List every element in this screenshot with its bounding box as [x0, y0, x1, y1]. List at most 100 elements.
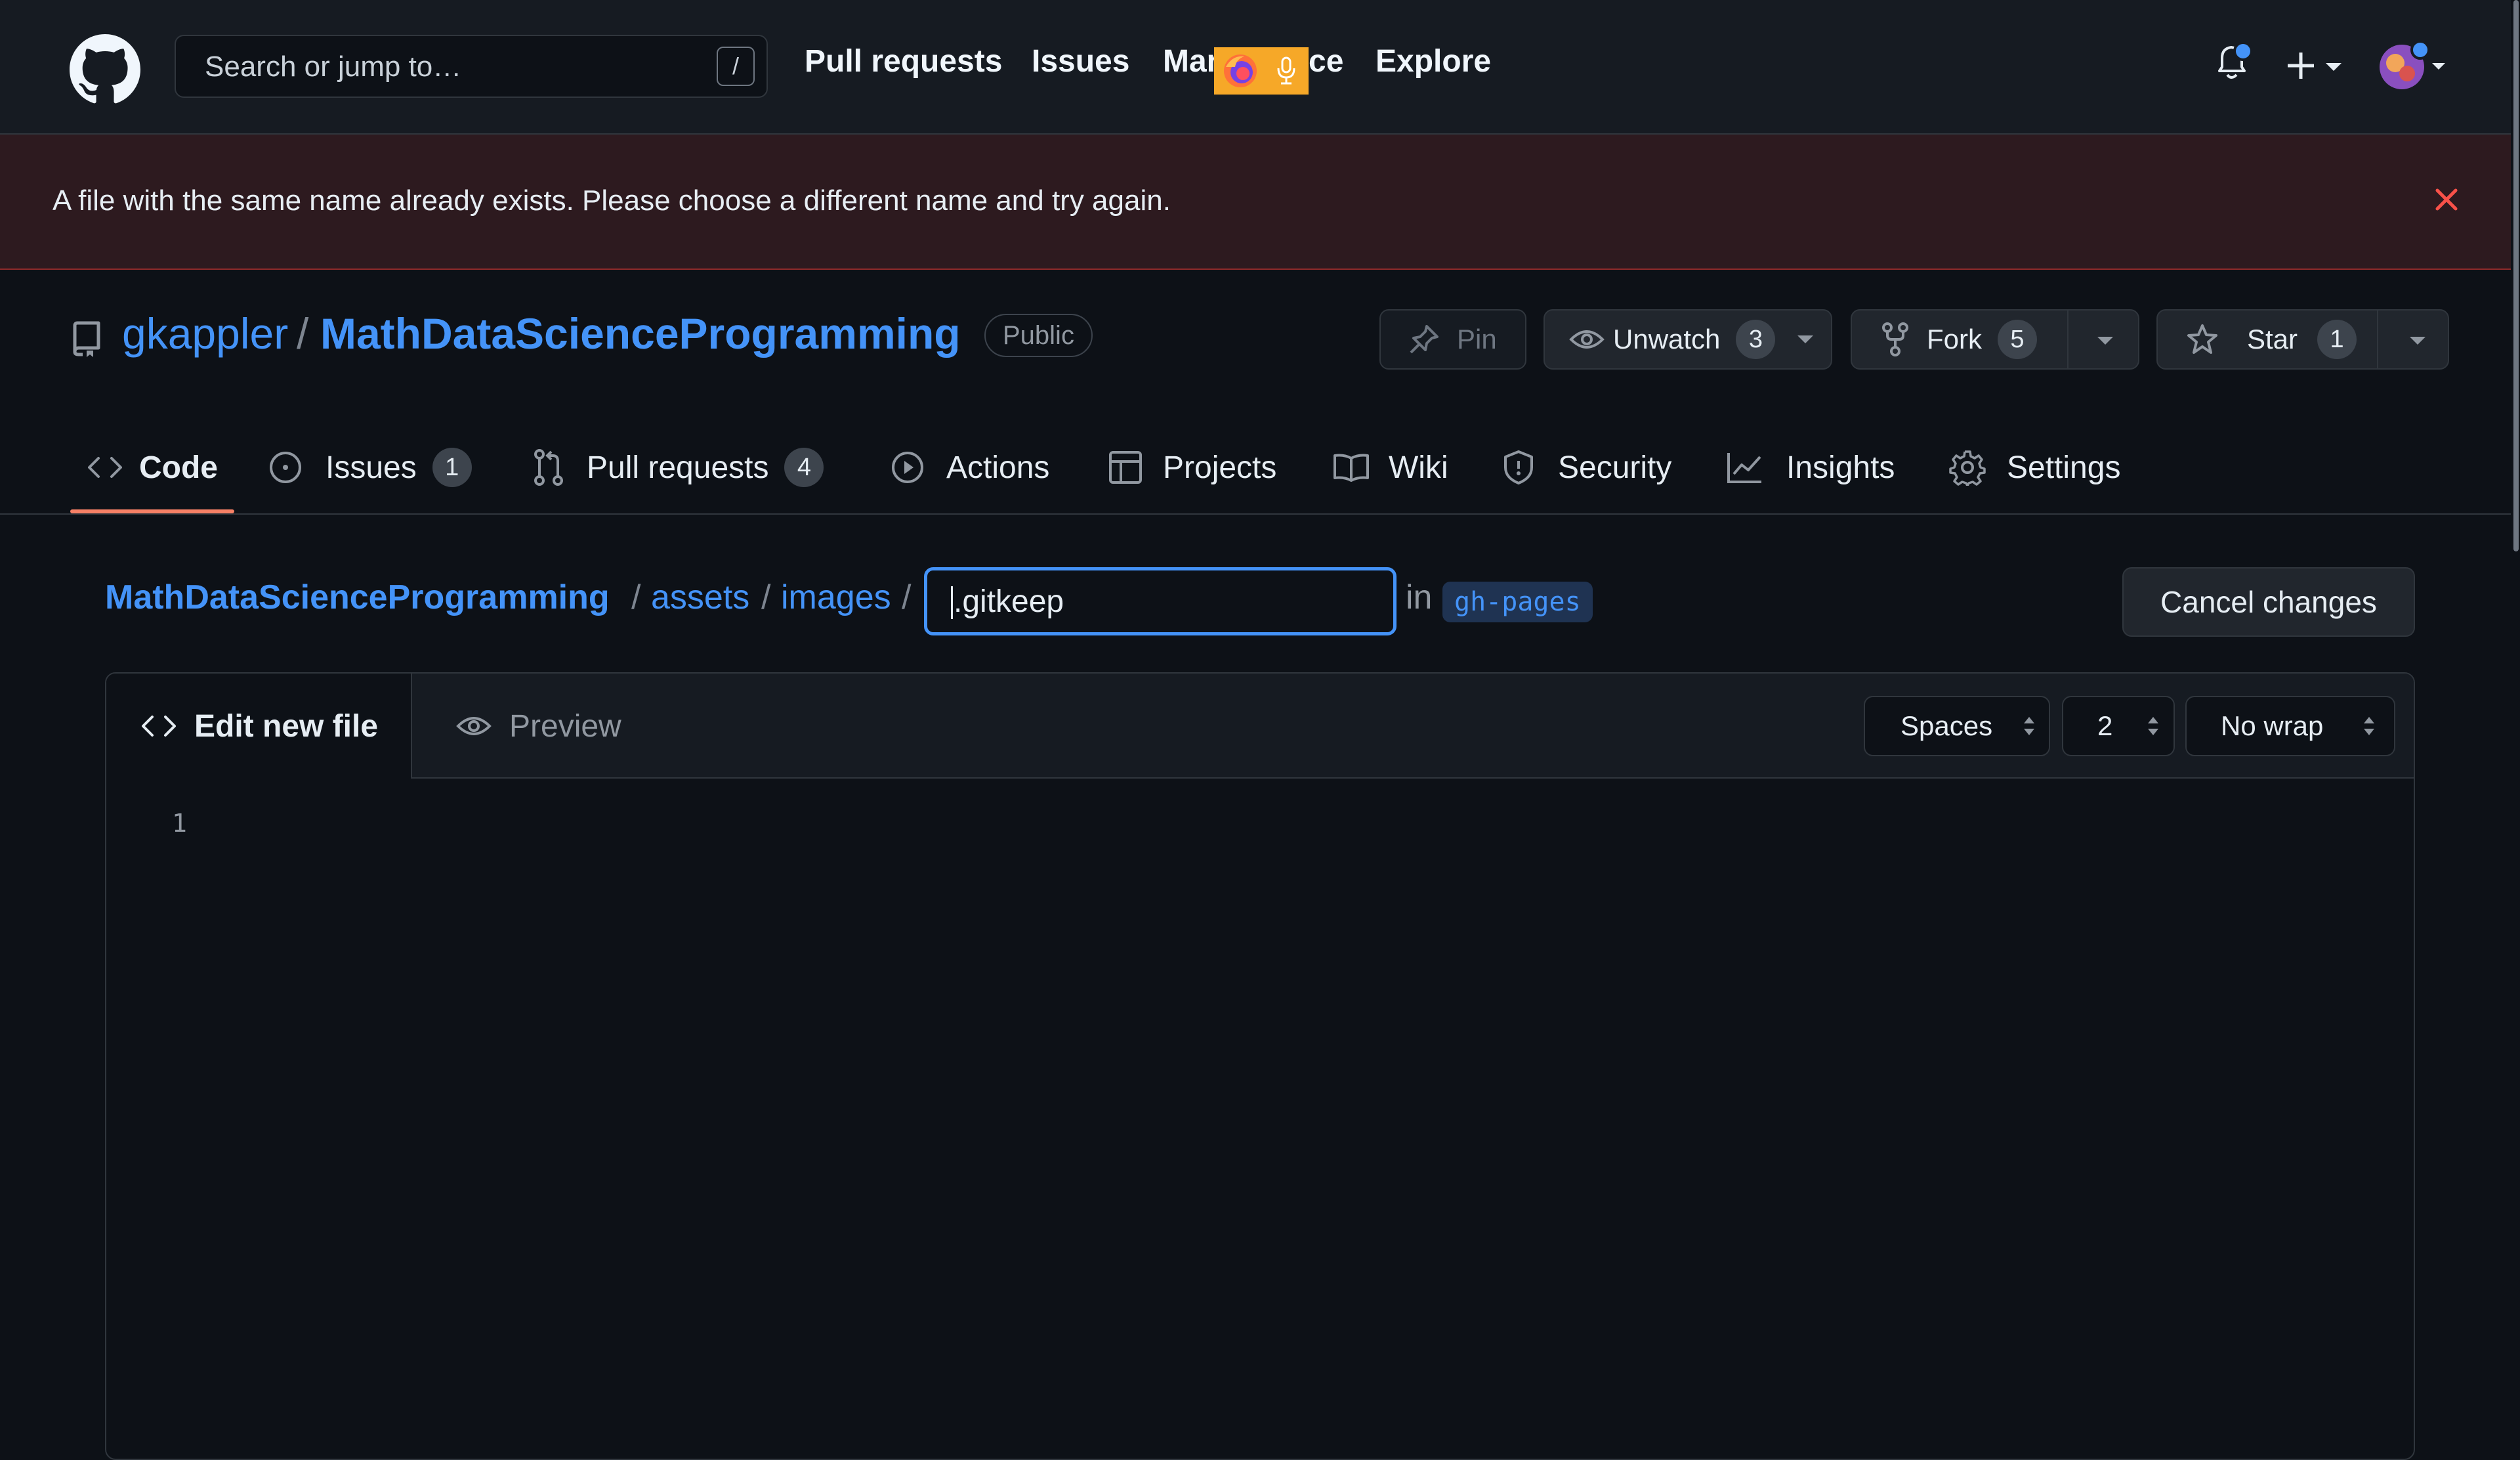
nav-issues[interactable]: Issues [1032, 43, 1129, 79]
graph-icon [1726, 450, 1764, 484]
visibility-badge: Public [984, 314, 1093, 357]
watch-count: 3 [1736, 320, 1776, 359]
code-editor-textarea[interactable] [238, 792, 2403, 1448]
tab-settings-label: Settings [2007, 450, 2121, 485]
pin-label: Pin [1457, 324, 1497, 354]
tab-preview[interactable]: Preview [455, 700, 621, 752]
unwatch-label: Unwatch [1613, 324, 1721, 354]
play-icon [890, 450, 925, 485]
firefox-icon [1222, 53, 1259, 89]
nav-explore[interactable]: Explore [1376, 43, 1491, 79]
indent-size-value: 2 [2097, 710, 2113, 741]
tab-issues-label: Issues [326, 450, 417, 485]
tab-issues[interactable]: Issues 1 [268, 441, 472, 494]
filename-input[interactable]: .gitkeep [924, 567, 1396, 635]
tab-pull-requests-label: Pull requests [587, 450, 769, 485]
breadcrumb-repo-link[interactable]: MathDataScienceProgramming [105, 578, 610, 617]
gear-icon [1949, 449, 1986, 486]
star-divider [2377, 311, 2378, 368]
create-new-plus-icon[interactable] [2286, 50, 2349, 81]
code-icon [87, 454, 123, 481]
repo-owner-link[interactable]: gkappler [122, 309, 288, 358]
tab-edit-label: Edit new file [194, 708, 379, 744]
search-input[interactable]: Search or jump to… / [175, 35, 768, 98]
tab-wiki[interactable]: Wiki [1332, 441, 1448, 494]
tab-security-label: Security [1558, 450, 1672, 485]
git-pull-request-icon [533, 449, 566, 486]
line-number: 1 [172, 809, 187, 838]
select-arrows-icon [2361, 713, 2377, 739]
select-arrows-icon [2145, 713, 2161, 739]
code-icon [140, 713, 177, 739]
search-placeholder: Search or jump to… [205, 51, 462, 83]
pin-button[interactable]: Pin [1379, 309, 1526, 370]
breadcrumb-assets-link[interactable]: assets [651, 578, 749, 617]
browser-mic-indicator[interactable] [1214, 47, 1309, 95]
tab-actions[interactable]: Actions [890, 441, 1049, 494]
fork-count: 5 [1998, 320, 2037, 359]
tab-code[interactable]: Code [87, 441, 218, 494]
filename-value: .gitkeep [954, 584, 1064, 619]
fork-button-group[interactable]: Fork 5 [1851, 309, 2139, 370]
github-logo-icon[interactable] [70, 34, 140, 105]
indent-mode-select[interactable]: Spaces [1864, 696, 2050, 756]
tab-security[interactable]: Security [1502, 441, 1671, 494]
tab-pull-requests-count: 4 [784, 448, 824, 487]
tab-code-label: Code [139, 450, 218, 485]
book-icon [1332, 452, 1370, 483]
nav-marketplace-end[interactable]: ce [1309, 43, 1343, 79]
breadcrumb-separator: / [761, 578, 771, 616]
fork-label: Fork [1927, 324, 1982, 354]
shield-icon [1502, 449, 1536, 486]
breadcrumb-images-link[interactable]: images [781, 578, 891, 617]
fork-dropdown-chevron-icon[interactable] [2095, 334, 2116, 347]
branch-name-badge: gh-pages [1442, 582, 1593, 622]
chevron-down-icon [1795, 333, 1816, 346]
eye-icon [1568, 326, 1605, 353]
table-icon [1108, 450, 1143, 485]
star-icon [2185, 323, 2219, 356]
fork-divider [2067, 311, 2068, 368]
error-flash-banner: A file with the same name already exists… [0, 135, 2520, 270]
error-message: A file with the same name already exists… [52, 184, 1171, 217]
branch-in-label: in [1406, 578, 1433, 616]
wrap-mode-select[interactable]: No wrap [2185, 696, 2395, 756]
tab-insights[interactable]: Insights [1726, 441, 1895, 494]
nav-marketplace-start[interactable]: Mar [1163, 43, 1219, 79]
pin-icon [1407, 322, 1441, 356]
tab-insights-label: Insights [1786, 450, 1895, 485]
page-scrollbar-thumb[interactable] [2513, 0, 2519, 551]
wrap-mode-value: No wrap [2221, 710, 2324, 741]
repo-path-separator: / [297, 309, 309, 358]
file-editor: Edit new file Preview Spaces 2 No wrap 1 [105, 672, 2415, 1460]
fork-icon [1881, 322, 1910, 356]
tab-projects-label: Projects [1163, 450, 1277, 485]
microphone-icon [1273, 56, 1299, 85]
tab-pull-requests[interactable]: Pull requests 4 [533, 441, 824, 494]
star-label: Star [2247, 324, 2298, 354]
nav-pull-requests[interactable]: Pull requests [805, 43, 1002, 79]
tab-wiki-label: Wiki [1389, 450, 1448, 485]
tab-settings[interactable]: Settings [1949, 441, 2120, 494]
tab-issues-count: 1 [432, 448, 472, 487]
global-header: Search or jump to… / Pull requests Issue… [0, 0, 2520, 135]
text-cursor [951, 586, 953, 619]
select-arrows-icon [2021, 713, 2037, 739]
search-shortcut-key: / [717, 47, 755, 86]
close-icon[interactable] [2433, 186, 2460, 213]
user-avatar-menu[interactable] [2376, 41, 2448, 93]
repo-name-link[interactable]: MathDataScienceProgramming [320, 309, 961, 358]
star-dropdown-chevron-icon[interactable] [2407, 334, 2428, 347]
star-count: 1 [2317, 320, 2357, 359]
notifications-bell-icon[interactable] [2213, 41, 2252, 84]
tab-projects[interactable]: Projects [1108, 441, 1276, 494]
tab-preview-label: Preview [509, 708, 621, 744]
star-button-group[interactable]: Star 1 [2156, 309, 2449, 370]
unwatch-button[interactable]: Unwatch 3 [1544, 309, 1832, 370]
cancel-changes-label: Cancel changes [2160, 585, 2377, 619]
repo-icon [71, 320, 102, 357]
cancel-changes-button[interactable]: Cancel changes [2122, 567, 2415, 637]
eye-icon [455, 713, 492, 739]
indent-size-select[interactable]: 2 [2062, 696, 2175, 756]
tab-edit-new-file[interactable]: Edit new file [106, 674, 412, 779]
